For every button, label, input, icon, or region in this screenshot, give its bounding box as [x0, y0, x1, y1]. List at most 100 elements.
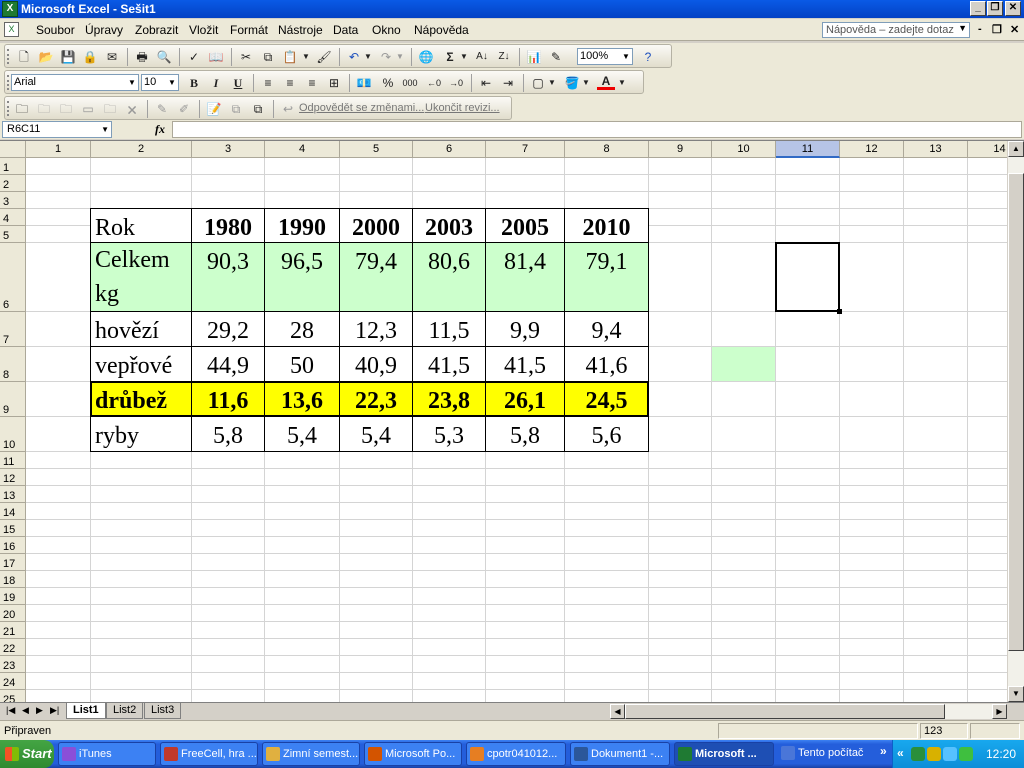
redo-icon[interactable]: ↷	[377, 48, 395, 66]
doc-minimize-button[interactable]: -	[978, 23, 982, 35]
row-header-24[interactable]: 24	[0, 673, 26, 690]
taskbar-item[interactable]: cpotr041012...	[466, 742, 566, 766]
tray-expand-icon[interactable]: «	[897, 746, 904, 760]
insert-function-icon[interactable]: fx	[155, 122, 165, 137]
formula-input[interactable]	[172, 121, 1022, 138]
menu-zobrazit[interactable]: Zobrazit	[135, 23, 178, 37]
tray-volume-icon[interactable]	[959, 747, 973, 761]
row-header-23[interactable]: 23	[0, 656, 26, 673]
fill-handle[interactable]	[837, 309, 842, 314]
increase-decimal-icon[interactable]: ←0	[425, 74, 443, 92]
menu-vlozit[interactable]: Vložit	[189, 23, 218, 37]
chevron-down-icon[interactable]: ▼	[958, 23, 967, 33]
scroll-right-icon[interactable]: ▶	[992, 704, 1007, 719]
new-document-icon[interactable]: 🗋	[15, 48, 33, 66]
next-comment-icon[interactable]: 🗀	[57, 100, 75, 118]
row-header-3[interactable]: 3	[0, 192, 26, 209]
research-icon[interactable]: 📖	[207, 48, 225, 66]
row-header-8[interactable]: 8	[0, 347, 26, 382]
row-header-4[interactable]: 4	[0, 209, 26, 226]
minimize-button[interactable]: _	[970, 1, 986, 16]
taskbar-item[interactable]: Microsoft Po...	[364, 742, 462, 766]
column-header-8[interactable]: 8	[565, 141, 649, 158]
restore-button[interactable]: ❐	[987, 1, 1003, 16]
save-icon[interactable]: 💾	[59, 48, 77, 66]
active-cell-selection[interactable]	[775, 242, 840, 312]
prev-sheet-icon[interactable]: ◀	[22, 705, 29, 716]
taskbar-item[interactable]: Tento počítač	[778, 742, 890, 766]
column-header-4[interactable]: 4	[265, 141, 340, 158]
column-header-5[interactable]: 5	[340, 141, 413, 158]
taskbar-item[interactable]: FreeCell, hra ...	[160, 742, 258, 766]
ink-annotations-icon[interactable]: ✎	[153, 100, 171, 118]
print-icon[interactable]: 🖶	[133, 48, 151, 66]
new-comment-icon[interactable]: 🗀	[13, 100, 31, 118]
row-header-18[interactable]: 18	[0, 571, 26, 588]
paste-dropdown-icon[interactable]: ▼	[301, 48, 311, 66]
toolbar-grip[interactable]	[7, 49, 10, 64]
undo-icon[interactable]: ↶	[345, 48, 363, 66]
menu-data[interactable]: Data	[333, 23, 358, 37]
horizontal-scrollbar[interactable]: ◀ ▶	[610, 704, 1007, 719]
sort-ascending-icon[interactable]: A↓	[473, 48, 491, 66]
font-name-select[interactable]: Arial ▼	[11, 74, 139, 91]
tray-app-icon[interactable]	[911, 747, 925, 761]
scroll-down-icon[interactable]: ▼	[1008, 686, 1024, 702]
zoom-select[interactable]: 100% ▼	[577, 48, 633, 65]
last-sheet-icon[interactable]: ▶|	[50, 705, 59, 716]
row-header-11[interactable]: 11	[0, 452, 26, 469]
doc-restore-button[interactable]: ❐	[992, 23, 1002, 36]
column-header-3[interactable]: 3	[192, 141, 265, 158]
row-header-7[interactable]: 7	[0, 312, 26, 347]
sheet-tab-list3[interactable]: List3	[144, 703, 182, 719]
align-right-icon[interactable]: ≡	[303, 74, 321, 92]
italic-button[interactable]: I	[207, 74, 225, 92]
paste-icon[interactable]: 📋	[281, 48, 299, 66]
fill-dropdown-icon[interactable]: ▼	[581, 74, 591, 92]
align-center-icon[interactable]: ≡	[281, 74, 299, 92]
close-button[interactable]: ✕	[1005, 1, 1021, 16]
row-header-10[interactable]: 10	[0, 417, 26, 452]
track-changes-icon[interactable]: 📝	[205, 100, 223, 118]
row-header-21[interactable]: 21	[0, 622, 26, 639]
fill-color-icon[interactable]: 🪣	[563, 74, 581, 92]
email-icon[interactable]: ✉	[103, 48, 121, 66]
font-size-select[interactable]: 10 ▼	[141, 74, 179, 91]
chart-wizard-icon[interactable]: 📊	[525, 48, 543, 66]
row-header-12[interactable]: 12	[0, 469, 26, 486]
reply-changes-icon[interactable]: ↩	[279, 100, 297, 118]
row-header-16[interactable]: 16	[0, 537, 26, 554]
menu-nastroje[interactable]: Nástroje	[278, 23, 323, 37]
menu-soubor[interactable]: Soubor	[36, 23, 75, 37]
currency-icon[interactable]: 💶	[355, 74, 373, 92]
menu-upravy[interactable]: Úpravy	[85, 23, 123, 37]
column-header-9[interactable]: 9	[649, 141, 712, 158]
row-header-22[interactable]: 22	[0, 639, 26, 656]
column-header-13[interactable]: 13	[904, 141, 968, 158]
row-header-20[interactable]: 20	[0, 605, 26, 622]
chevron-down-icon[interactable]: ▼	[101, 122, 109, 137]
taskbar-item[interactable]: iTunes	[58, 742, 156, 766]
increase-indent-icon[interactable]: ⇥	[499, 74, 517, 92]
row-header-1[interactable]: 1	[0, 158, 26, 175]
document-icon[interactable]: X	[4, 22, 19, 37]
font-color-dropdown-icon[interactable]: ▼	[617, 74, 627, 92]
hyperlink-icon[interactable]: 🌐	[417, 48, 435, 66]
delete-ink-icon[interactable]: ✐	[175, 100, 193, 118]
vertical-scroll-thumb[interactable]	[1008, 173, 1024, 651]
reviewing-pane-icon[interactable]: ⧉	[249, 100, 267, 118]
row-header-9[interactable]: 9	[0, 382, 26, 417]
column-header-1[interactable]: 1	[26, 141, 91, 158]
row-header-5[interactable]: 5	[0, 226, 26, 243]
row-header-6[interactable]: 6	[0, 243, 26, 312]
column-header-7[interactable]: 7	[486, 141, 565, 158]
drawing-icon[interactable]: ✎	[547, 48, 565, 66]
open-folder-icon[interactable]: 📂	[37, 48, 55, 66]
bold-button[interactable]: B	[185, 74, 203, 92]
menu-napoveda[interactable]: Nápověda	[414, 23, 469, 37]
scroll-left-icon[interactable]: ◀	[610, 704, 625, 719]
format-painter-icon[interactable]: 🖌	[315, 48, 333, 66]
row-header-13[interactable]: 13	[0, 486, 26, 503]
undo-dropdown-icon[interactable]: ▼	[363, 48, 373, 66]
doc-close-button[interactable]: ✕	[1010, 23, 1019, 36]
